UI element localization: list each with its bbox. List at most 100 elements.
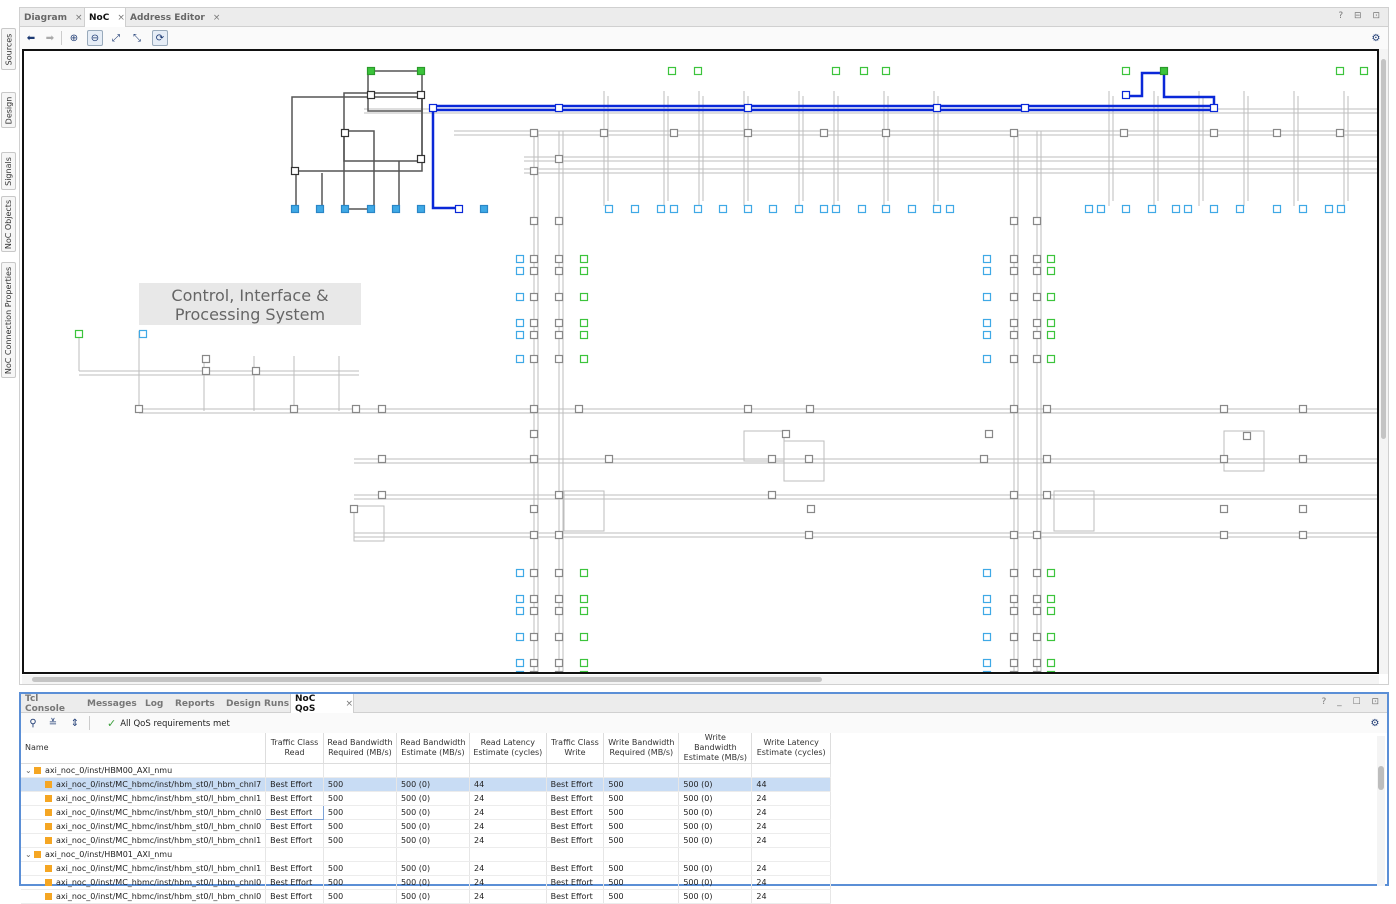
nmu-port[interactable] [579, 670, 589, 673]
nmu-port[interactable] [859, 66, 869, 76]
cell-wbe[interactable] [678, 763, 753, 778]
cell-wle[interactable]: 24 [751, 833, 831, 848]
row-name-cell[interactable]: axi_noc_0/inst/MC_hbmc/inst/hbm_st0/l_hb… [21, 889, 267, 904]
nsu-port[interactable] [416, 204, 426, 214]
cell-tcw[interactable]: Best Effort [546, 861, 605, 876]
cell-wle[interactable]: 24 [751, 875, 831, 890]
noc-switch[interactable] [1032, 658, 1042, 668]
nsu-port[interactable] [515, 266, 525, 276]
nsu-port[interactable] [340, 204, 350, 214]
cell-tcw[interactable]: Best Effort [546, 805, 605, 820]
noc-switch[interactable] [134, 404, 144, 414]
cell-tcr[interactable]: Best Effort [265, 819, 324, 834]
cell-tcr[interactable]: Best Effort [265, 875, 324, 890]
noc-switch[interactable] [529, 318, 539, 328]
noc-switch[interactable] [377, 404, 387, 414]
cell-rle[interactable] [469, 763, 547, 778]
cell-wbe[interactable]: 500 (0) [678, 889, 753, 904]
nsu-port[interactable] [138, 329, 148, 339]
noc-switch[interactable] [1298, 530, 1308, 540]
noc-switch[interactable] [1119, 128, 1129, 138]
cell-wle[interactable]: 24 [751, 791, 831, 806]
nsu-port[interactable] [1147, 204, 1157, 214]
nsu-port[interactable] [515, 632, 525, 642]
noc-switch[interactable] [251, 366, 261, 376]
table-row[interactable]: axi_noc_0/inst/MC_hbmc/inst/hbm_st0/l_hb… [21, 833, 831, 848]
nmu-port[interactable] [1335, 66, 1345, 76]
nsu-port[interactable] [604, 204, 614, 214]
nmu-port[interactable] [1046, 670, 1056, 673]
cell-wbr[interactable]: 500 [603, 805, 680, 820]
nmu-port[interactable] [1046, 632, 1056, 642]
noc-switch[interactable] [1219, 404, 1229, 414]
noc-switch[interactable] [1032, 670, 1042, 673]
cell-wbr[interactable]: 500 [603, 875, 680, 890]
nmu-port[interactable] [579, 318, 589, 328]
nsu-port[interactable] [391, 204, 401, 214]
cell-rbr[interactable] [323, 847, 397, 862]
cell-tcr[interactable]: Best Effort [265, 889, 324, 904]
cell-rbr[interactable]: 500 [323, 777, 397, 792]
noc-switch[interactable] [1009, 254, 1019, 264]
tab-messages[interactable]: Messages [83, 694, 139, 713]
nmu-port[interactable] [579, 254, 589, 264]
cell-tcw[interactable]: Best Effort [546, 819, 605, 834]
row-name-cell[interactable]: axi_noc_0/inst/MC_hbmc/inst/hbm_st0/l_hb… [21, 833, 267, 848]
noc-switch[interactable] [819, 128, 829, 138]
nsu-port[interactable] [1084, 204, 1094, 214]
nsu-port[interactable] [669, 204, 679, 214]
nsu-port[interactable] [1183, 204, 1193, 214]
noc-switch[interactable] [529, 606, 539, 616]
nsu-port[interactable] [479, 204, 489, 214]
cell-wbr[interactable]: 500 [603, 889, 680, 904]
noc-switch[interactable] [1009, 354, 1019, 364]
noc-switch[interactable] [554, 318, 564, 328]
noc-switch[interactable] [1009, 670, 1019, 673]
cell-rbr[interactable]: 500 [323, 805, 397, 820]
cell-wle[interactable] [751, 763, 831, 778]
scroll-thumb[interactable] [1381, 59, 1386, 439]
table-row[interactable]: axi_noc_0/inst/MC_hbmc/inst/hbm_st0/l_hb… [21, 889, 831, 904]
nmu-port[interactable] [416, 66, 426, 76]
cell-rbe[interactable]: 500 (0) [396, 819, 471, 834]
noc-switch[interactable] [529, 429, 539, 439]
nsu-port[interactable] [819, 204, 829, 214]
noc-switch[interactable] [554, 292, 564, 302]
noc-switch[interactable] [1032, 216, 1042, 226]
nsu-port[interactable] [907, 204, 917, 214]
noc-switch[interactable] [1042, 404, 1052, 414]
noc-switch[interactable] [1032, 330, 1042, 340]
noc-switch[interactable] [804, 454, 814, 464]
route-switch[interactable] [1121, 90, 1131, 100]
nmu-port[interactable] [1046, 568, 1056, 578]
noc-switch[interactable] [529, 266, 539, 276]
nmu-port[interactable] [579, 292, 589, 302]
nsu-port[interactable] [515, 658, 525, 668]
noc-switch[interactable] [529, 254, 539, 264]
cell-rbr[interactable]: 500 [323, 875, 397, 890]
noc-switch[interactable] [1032, 254, 1042, 264]
cell-tcr[interactable]: Best Effort [265, 805, 324, 820]
nsu-port[interactable] [982, 658, 992, 668]
noc-switch[interactable] [554, 266, 564, 276]
cell-tcw[interactable]: Best Effort [546, 791, 605, 806]
nsu-port[interactable] [515, 354, 525, 364]
noc-switch[interactable] [554, 606, 564, 616]
noc-switch[interactable] [529, 330, 539, 340]
noc-switch[interactable] [1242, 431, 1252, 441]
noc-switch[interactable] [554, 658, 564, 668]
cell-rbe[interactable] [396, 763, 471, 778]
noc-switch[interactable] [1032, 568, 1042, 578]
noc-switch[interactable] [554, 154, 564, 164]
vertical-scrollbar[interactable] [1379, 49, 1388, 674]
tab-noc[interactable]: NoC × [84, 8, 126, 27]
row-name-cell[interactable]: ⌄ axi_noc_0/inst/HBM00_AXI_nmu [21, 763, 267, 778]
noc-switch[interactable] [529, 530, 539, 540]
nsu-port[interactable] [515, 670, 525, 673]
nsu-port[interactable] [366, 204, 376, 214]
noc-switch[interactable] [289, 404, 299, 414]
noc-switch[interactable] [554, 490, 564, 500]
nsu-port[interactable] [982, 254, 992, 264]
side-tab-signals[interactable]: Signals [1, 152, 16, 190]
tab-reports[interactable]: Reports [171, 694, 221, 713]
